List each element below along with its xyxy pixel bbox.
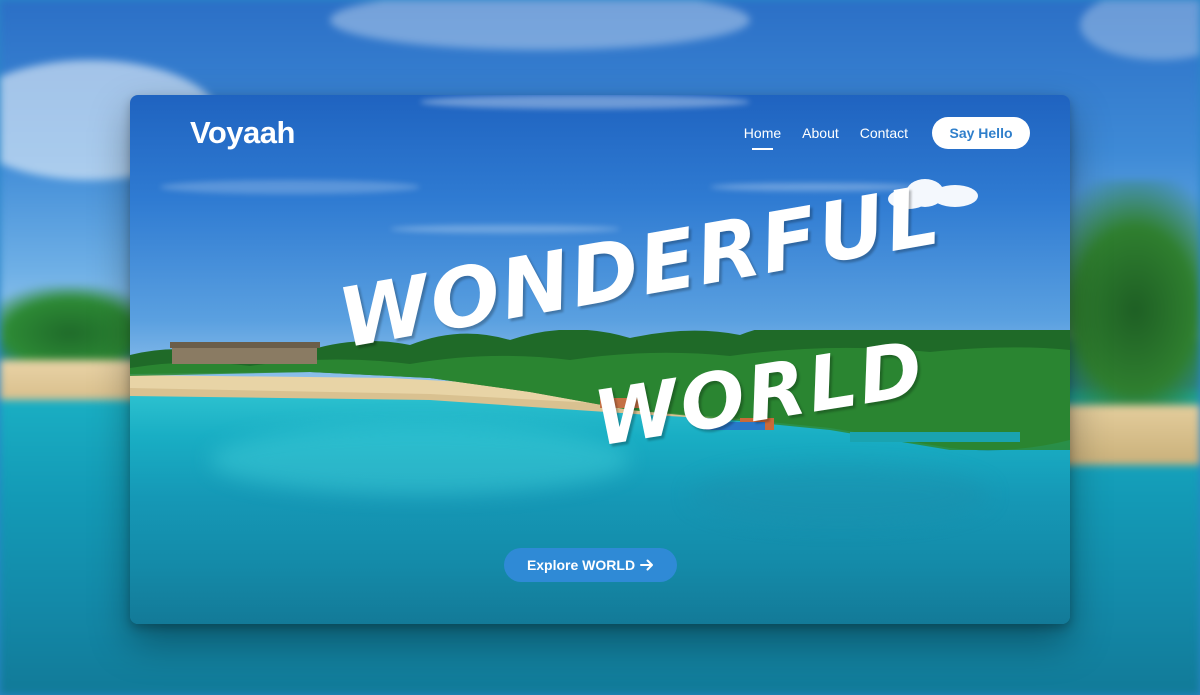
explore-world-button[interactable]: Explore WORLD <box>504 548 677 582</box>
say-hello-button[interactable]: Say Hello <box>932 117 1030 149</box>
arrow-right-icon <box>640 559 654 571</box>
cloud <box>888 177 980 211</box>
palm-trees <box>130 330 1070 451</box>
cloud-streak <box>420 95 750 109</box>
hero-card: Voyaah Home About Contact Say Hello WOND… <box>130 95 1070 624</box>
background-beach <box>1060 405 1200 465</box>
brand-logo[interactable]: Voyaah <box>190 115 295 151</box>
cloud-streak <box>160 180 420 194</box>
nav-item-about[interactable]: About <box>802 125 839 141</box>
nav-item-home[interactable]: Home <box>744 125 781 150</box>
beach-photo <box>130 95 1070 624</box>
explore-button-label: Explore WORLD <box>526 557 636 573</box>
nav-item-contact[interactable]: Contact <box>860 125 908 141</box>
main-nav: Home About Contact Say Hello <box>744 117 1030 150</box>
cloud-streak <box>390 225 620 233</box>
